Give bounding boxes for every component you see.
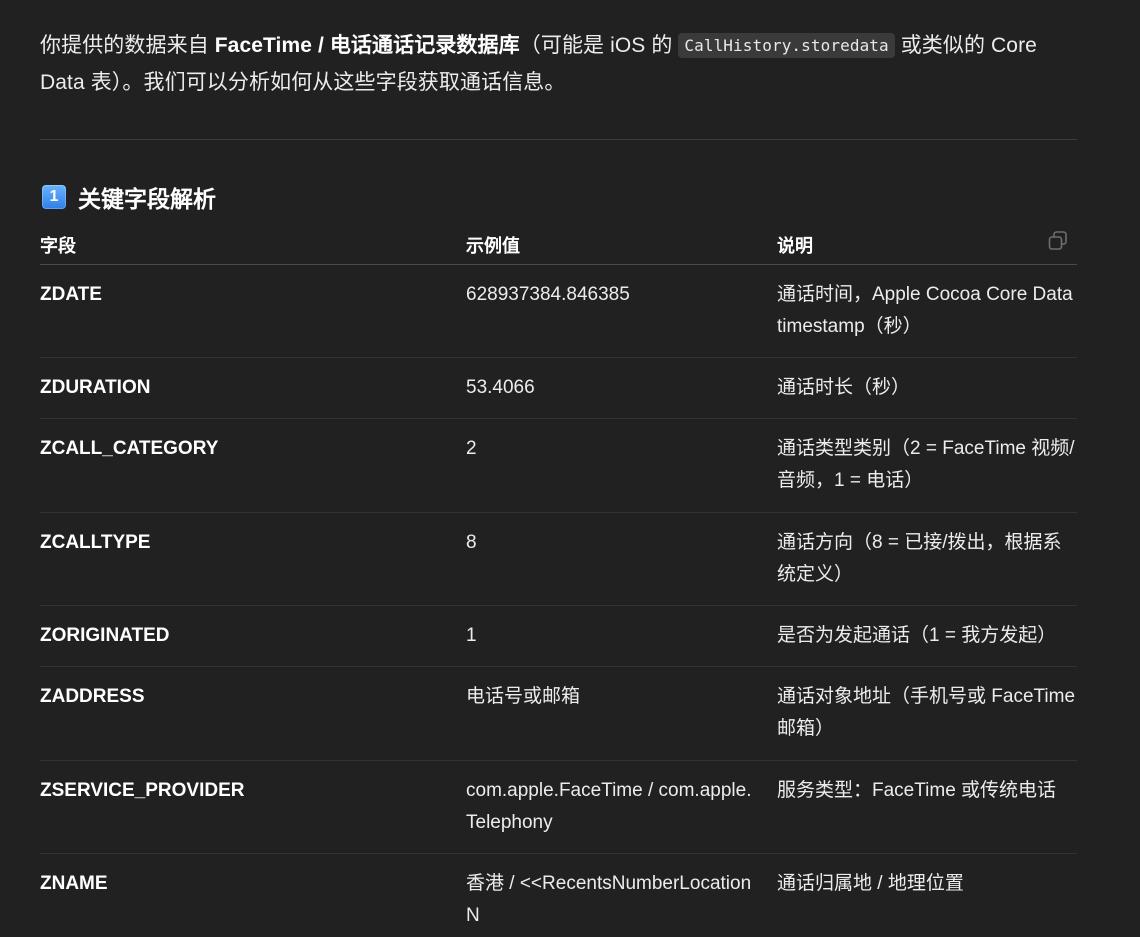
cell-description: 通话对象地址（手机号或 FaceTime 邮箱） <box>777 686 1076 739</box>
table-row: ZCALLTYPE 8 通话方向（8 = 已接/拨出，根据系统定义） <box>40 513 1077 606</box>
cell-description: 通话归属地 / 地理位置 <box>777 873 964 894</box>
table-row: ZNAME 香港 / <<RecentsNumberLocationN 通话归属… <box>40 854 1077 934</box>
table-row: ZCALL_CATEGORY 2 通话类型类别（2 = FaceTime 视频/… <box>40 419 1077 513</box>
table-row: ZORIGINATED 1 是否为发起通话（1 = 我方发起） <box>40 606 1077 667</box>
cell-field: ZDURATION <box>40 377 151 398</box>
cell-field: ZSERVICE_PROVIDER <box>40 780 245 801</box>
chat-message: 你提供的数据来自 FaceTime / 电话通话记录数据库（可能是 iOS 的 … <box>40 0 1077 926</box>
header-example: 示例值 <box>466 236 520 256</box>
cell-field: ZCALLTYPE <box>40 532 151 553</box>
cell-field: ZNAME <box>40 873 108 894</box>
inline-code: CallHistory.storedata <box>678 33 895 58</box>
cell-field: ZCALL_CATEGORY <box>40 438 219 459</box>
cell-field: ZADDRESS <box>40 686 145 707</box>
cell-example: 628937384.846385 <box>466 284 630 305</box>
copy-table-icon[interactable] <box>1047 230 1069 252</box>
cell-example: 8 <box>466 532 477 553</box>
cell-example: 1 <box>466 625 477 646</box>
cell-example: 2 <box>466 438 477 459</box>
intro-bold-text: FaceTime / 电话通话记录数据库 <box>214 34 520 57</box>
horizontal-divider <box>40 139 1077 140</box>
cell-description: 通话方向（8 = 已接/拨出，根据系统定义） <box>777 532 1062 585</box>
cell-example: 电话号或邮箱 <box>466 686 581 707</box>
table-row: ZADDRESS 电话号或邮箱 通话对象地址（手机号或 FaceTime 邮箱） <box>40 667 1077 761</box>
section-heading-text: 关键字段解析 <box>78 186 216 212</box>
table-row: ZSERVICE_PROVIDER com.apple.FaceTime / c… <box>40 761 1077 854</box>
table-header: 字段 示例值 说明 <box>40 222 1077 265</box>
cell-description: 通话时间，Apple Cocoa Core Data timestamp（秒） <box>777 284 1073 337</box>
cell-description: 服务类型：FaceTime 或传统电话 <box>777 780 1057 801</box>
keycap-number-icon: 1 <box>42 185 66 209</box>
header-description: 说明 <box>777 236 813 256</box>
header-field: 字段 <box>40 236 76 256</box>
cell-example: 53.4066 <box>466 377 535 398</box>
cell-example: com.apple.FaceTime / com.apple.Telephony <box>466 780 752 833</box>
table-row: ZDATE 628937384.846385 通话时间，Apple Cocoa … <box>40 265 1077 358</box>
intro-paragraph: 你提供的数据来自 FaceTime / 电话通话记录数据库（可能是 iOS 的 … <box>40 0 1077 101</box>
cell-description: 通话时长（秒） <box>777 377 911 398</box>
intro-text-1: 你提供的数据来自 <box>40 34 215 57</box>
cell-description: 是否为发起通话（1 = 我方发起） <box>777 625 1057 646</box>
section-heading: 1 关键字段解析 <box>42 180 216 214</box>
table-row: ZDURATION 53.4066 通话时长（秒） <box>40 358 1077 419</box>
cell-description: 通话类型类别（2 = FaceTime 视频/音频，1 = 电话） <box>777 438 1075 491</box>
cell-field: ZORIGINATED <box>40 625 170 646</box>
cell-field: ZDATE <box>40 284 102 305</box>
fields-table: 字段 示例值 说明 ZDATE 628937384.846385 通话时间，Ap… <box>40 222 1077 934</box>
cell-example: 香港 / <<RecentsNumberLocationN <box>466 873 752 926</box>
intro-text-2: （可能是 iOS 的 <box>519 34 679 57</box>
